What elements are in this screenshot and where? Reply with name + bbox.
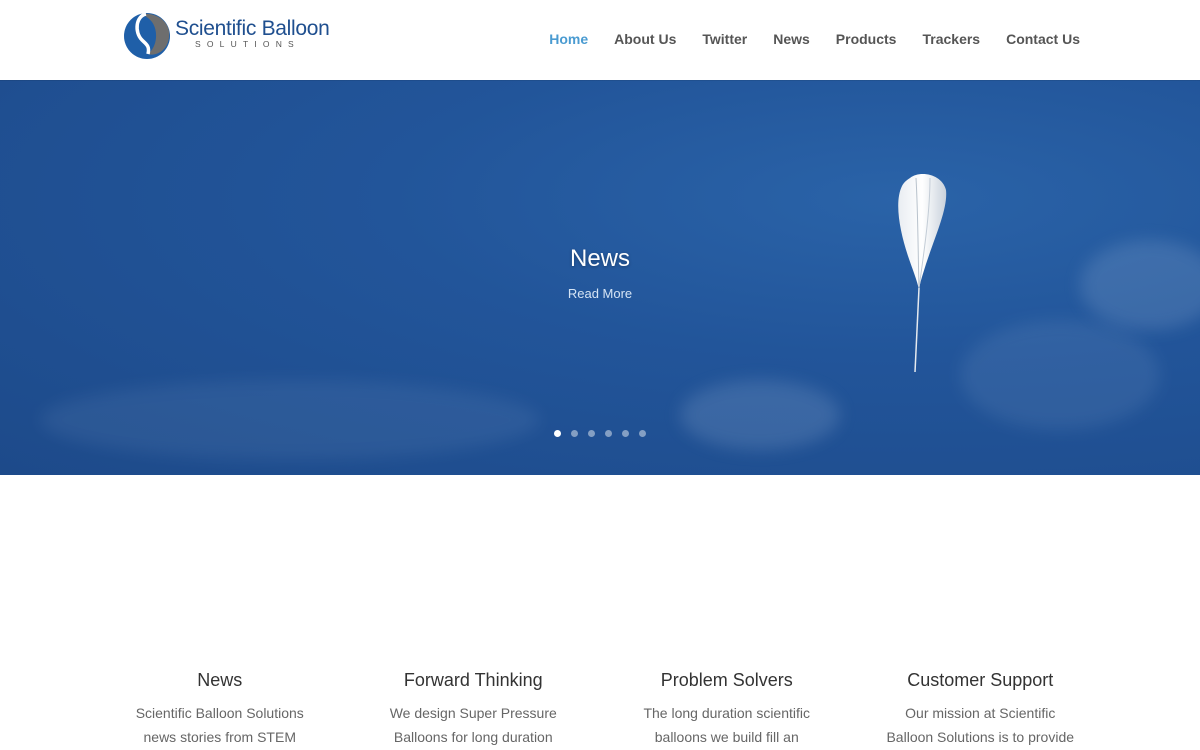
slider-dot[interactable] [639,430,646,437]
feature-text: The long duration scientific balloons we… [643,705,811,745]
hero-slider: News Read More [0,80,1200,475]
feature-title: Forward Thinking [403,670,543,690]
nav-contact-us[interactable]: Contact Us [1006,31,1080,47]
read-more-link[interactable]: Read More [568,286,632,301]
slider-dot[interactable] [605,430,612,437]
features-row: News Scientific Balloon Solutions news s… [93,670,1107,749]
hero-cloud-decor [960,320,1160,430]
feature-title: Customer Support [907,670,1054,690]
feature-title: News [197,670,243,690]
logo-sub-text: SOLUTIONS [195,39,300,49]
feature-text: Scientific Balloon Solutions news storie… [135,705,304,745]
nav-trackers[interactable]: Trackers [922,31,980,47]
feature-forward-thinking: Forward Thinking We design Super Pressur… [347,670,601,749]
site-logo[interactable]: Scientific Balloon SOLUTIONS [122,8,330,62]
main-nav: Home About Us Twitter News Products Trac… [549,31,1080,47]
hero-cloud-decor [680,380,840,450]
feature-text: Our mission at Scientific Balloon Soluti… [886,705,1075,745]
nav-news[interactable]: News [773,31,810,47]
feature-title: Problem Solvers [660,670,793,690]
nav-about-us[interactable]: About Us [614,31,676,47]
feature-problem-solvers: Problem Solvers The long duration scient… [600,670,854,749]
nav-twitter[interactable]: Twitter [702,31,747,47]
slider-dot[interactable] [554,430,561,437]
hero-title: News [569,245,630,272]
feature-text: We design Super Pressure Balloons for lo… [389,705,557,745]
hero-cloud-decor [40,380,540,460]
logo-name-text: Scientific Balloon [175,17,330,40]
feature-customer-support: Customer Support Our mission at Scientif… [854,670,1108,749]
slider-dot[interactable] [571,430,578,437]
balloon-logo-icon [124,12,170,59]
balloon-image [898,174,947,373]
slider-pagination [0,430,1200,437]
slider-dot[interactable] [588,430,595,437]
site-header: Scientific Balloon SOLUTIONS Home About … [0,0,1200,80]
nav-home[interactable]: Home [549,31,588,47]
slider-dot[interactable] [622,430,629,437]
feature-news: News Scientific Balloon Solutions news s… [93,670,347,749]
nav-products[interactable]: Products [836,31,897,47]
